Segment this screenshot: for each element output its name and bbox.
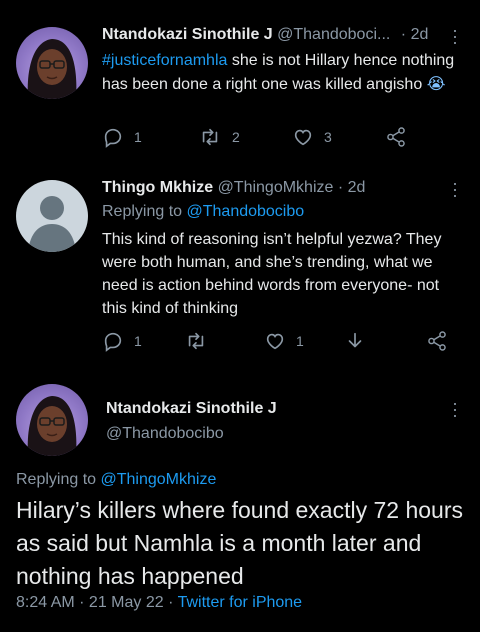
reply-icon [104,128,122,148]
like-count: 3 [324,129,332,145]
replying-to: Replying to @ThingoMkhize [16,471,216,489]
reply-button[interactable]: 1 [102,126,142,148]
like-button[interactable]: 3 [292,126,332,148]
share-icon [428,331,446,351]
heart-icon [294,129,312,146]
default-avatar-icon [28,196,76,252]
more-options-icon[interactable]: · · · [452,174,458,204]
retweet-icon [188,332,204,350]
meta-separator: · [74,594,89,611]
share-button[interactable] [385,126,407,148]
tweet-body: Hilary’s killers where found exactly 72 … [16,497,463,589]
download-icon [348,332,362,348]
tweet-source-link[interactable]: Twitter for iPhone [178,594,303,611]
avatar-photo [27,39,77,99]
avatar[interactable] [16,180,88,252]
display-name[interactable]: Thingo Mkhize [102,179,213,196]
action-bar: 1 1 [102,330,452,356]
tweet-header: Ntandokazi Sinothile J @Thandoboci... · … [102,26,428,44]
timestamp[interactable]: · 2d [401,26,429,43]
tweet-time[interactable]: 8:24 AM [16,594,75,611]
download-button[interactable] [344,330,366,352]
retweet-button[interactable]: 2 [198,126,240,148]
tweet-body: This kind of reasoning isn’t helpful yez… [102,231,442,317]
heart-icon [266,333,284,350]
share-button[interactable] [426,330,448,352]
handle[interactable]: @Thandobocibo [106,425,224,443]
hashtag-link[interactable]: #justicefornamhla [102,52,227,69]
reply-count: 1 [134,129,142,145]
crying-emoji-icon: 😭 [426,74,446,93]
replying-to-prefix: Replying to [16,471,101,488]
replying-to: Replying to @Thandobocibo [102,203,304,221]
avatar-photo [27,396,77,456]
like-button[interactable]: 1 [264,330,304,352]
tweet-text: #justicefornamhla she is not Hillary hen… [102,49,462,96]
retweet-button[interactable] [184,330,208,352]
tweet-date[interactable]: 21 May 22 [89,594,164,611]
meta-separator: · [163,594,178,611]
replying-to-link[interactable]: @Thandobocibo [187,203,305,220]
handle[interactable]: @Thandoboci... [277,26,390,43]
tweet-header: Thingo Mkhize @ThingoMkhize · 2d [102,179,365,197]
retweet-count: 2 [232,129,240,145]
replying-to-link[interactable]: @ThingoMkhize [101,471,217,488]
timestamp[interactable]: · 2d [338,179,366,196]
more-options-icon[interactable]: · · · [452,394,458,424]
tweet-meta: 8:24 AM · 21 May 22 · Twitter for iPhone [16,594,302,612]
display-name[interactable]: Ntandokazi Sinothile J [106,400,277,418]
reply-count: 1 [134,333,142,349]
handle[interactable]: @ThingoMkhize [218,179,334,196]
reply-icon [104,332,122,352]
retweet-icon [202,128,218,146]
share-icon [387,127,405,147]
action-bar: 1 2 3 [102,126,442,152]
like-count: 1 [296,333,304,349]
replying-to-prefix: Replying to [102,203,187,220]
more-options-icon[interactable]: · · · [452,21,458,51]
reply-button[interactable]: 1 [102,330,142,352]
display-name[interactable]: Ntandokazi Sinothile J [102,26,273,43]
tweet-1[interactable]: Ntandokazi Sinothile J @Thandoboci... · … [0,0,480,160]
avatar[interactable] [16,27,88,99]
tweet-2[interactable]: Thingo Mkhize @ThingoMkhize · 2d · · · Rep… [0,160,480,360]
avatar[interactable] [16,384,88,456]
